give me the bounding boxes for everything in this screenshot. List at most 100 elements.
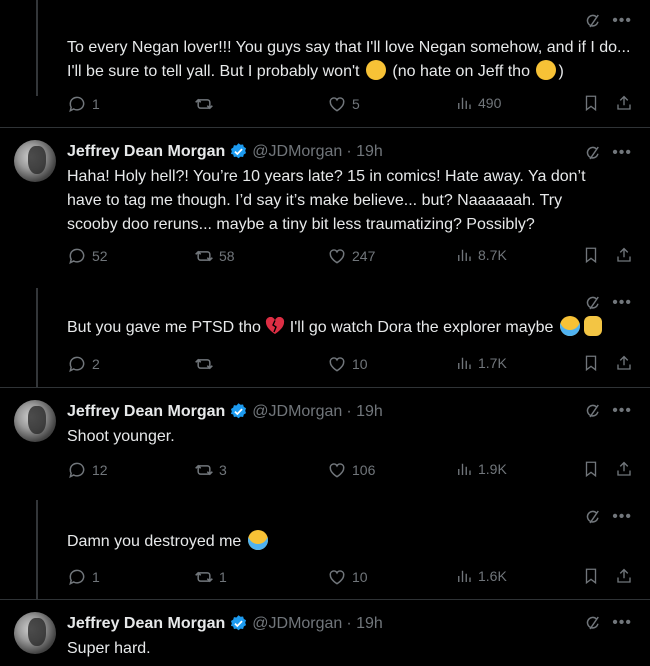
more-icon[interactable]: •••: [612, 145, 632, 161]
view-count: 1.7K: [478, 355, 507, 371]
retweet-count: 58: [219, 248, 235, 264]
view-count: 1.9K: [478, 461, 507, 477]
reply-count: 1: [92, 96, 100, 112]
reply-count: 2: [92, 356, 100, 372]
retweet-button[interactable]: 3: [194, 460, 227, 480]
tweet-reply-3[interactable]: ••• Damn you destroyed me 1 1 10 1.6K: [0, 500, 650, 600]
like-button[interactable]: 5: [327, 94, 360, 114]
tweet-text: But you gave me PTSD tho I'll go watch D…: [67, 316, 637, 343]
tweet-reply-1[interactable]: ••• To every Negan lover!!! You guys say…: [0, 0, 650, 128]
like-count: 106: [352, 462, 376, 478]
retweet-button[interactable]: [194, 94, 219, 114]
like-count: 10: [352, 569, 368, 585]
tweet-text: Damn you destroyed me: [67, 530, 637, 554]
view-count: 1.6K: [478, 568, 507, 584]
tweet-author-3[interactable]: Jeffrey Dean Morgan @JDMorgan · 19h ••• …: [0, 600, 650, 666]
tweet-text-part: Damn you destroyed me: [67, 533, 242, 550]
reply-count: 52: [92, 248, 108, 264]
author-handle[interactable]: @JDMorgan: [252, 403, 342, 421]
winking-face-emoji-icon: [365, 60, 386, 80]
grok-icon[interactable]: [584, 12, 602, 30]
bookmark-button[interactable]: [582, 567, 605, 585]
smirking-face-emoji-icon: [536, 60, 557, 80]
more-icon[interactable]: •••: [612, 295, 632, 311]
bookmark-button[interactable]: [582, 354, 605, 372]
grok-icon[interactable]: [584, 294, 602, 312]
share-button[interactable]: [615, 460, 638, 478]
share-button[interactable]: [615, 94, 638, 112]
avatar[interactable]: [14, 612, 56, 654]
verified-badge-icon: [229, 614, 248, 633]
tweet-time[interactable]: · 19h: [346, 143, 382, 161]
retweet-count: 3: [219, 462, 227, 478]
more-icon[interactable]: •••: [612, 13, 632, 29]
reply-count: 12: [92, 462, 108, 478]
tweet-text: Super hard.: [67, 640, 151, 657]
like-button[interactable]: 247: [327, 246, 375, 266]
grok-icon[interactable]: [584, 144, 602, 162]
verified-badge-icon: [229, 402, 248, 421]
avatar[interactable]: [14, 140, 56, 182]
more-icon[interactable]: •••: [612, 509, 632, 525]
bookmark-button[interactable]: [582, 246, 605, 264]
crying-face-emoji-icon: [247, 530, 268, 550]
retweet-button[interactable]: 1: [194, 567, 227, 587]
author-handle[interactable]: @JDMorgan: [252, 615, 342, 633]
reply-button[interactable]: 2: [67, 354, 100, 374]
folded-hands-emoji-icon: [583, 316, 602, 336]
tweet-author-1[interactable]: Jeffrey Dean Morgan @JDMorgan · 19h ••• …: [0, 128, 650, 288]
reply-count: 1: [92, 569, 100, 585]
view-count: 490: [478, 95, 502, 111]
tweet-text: To every Negan lover!!! You guys say tha…: [67, 36, 637, 84]
tweet-text-part: (no hate on Jeff tho: [392, 63, 530, 80]
tweet-actions: 1 1 10 1.6K: [67, 567, 637, 589]
views-button[interactable]: 1.6K: [455, 567, 507, 585]
broken-heart-emoji-icon: [265, 316, 285, 343]
tweet-actions: 12 3 106 1.9K: [67, 460, 637, 482]
like-button[interactable]: 10: [327, 567, 368, 587]
tweet-text-part: But you gave me PTSD tho: [67, 319, 261, 336]
more-icon[interactable]: •••: [612, 615, 632, 631]
retweet-count: 1: [219, 569, 227, 585]
like-count: 10: [352, 356, 368, 372]
like-count: 5: [352, 96, 360, 112]
tweet-reply-2[interactable]: ••• But you gave me PTSD tho I'll go wat…: [0, 288, 650, 388]
author-name[interactable]: Jeffrey Dean Morgan: [67, 143, 225, 161]
share-button[interactable]: [615, 246, 638, 264]
reply-button[interactable]: 52: [67, 246, 108, 266]
like-button[interactable]: 106: [327, 460, 375, 480]
bookmark-button[interactable]: [582, 460, 605, 478]
views-button[interactable]: 1.7K: [455, 354, 507, 372]
retweet-button[interactable]: [194, 354, 219, 374]
tweet-actions: 52 58 247 8.7K: [67, 246, 637, 268]
crying-face-emoji-icon: [559, 316, 580, 336]
tweet-author-2[interactable]: Jeffrey Dean Morgan @JDMorgan · 19h ••• …: [0, 388, 650, 500]
views-button[interactable]: 8.7K: [455, 246, 507, 264]
reply-button[interactable]: 1: [67, 567, 100, 587]
tweet-actions: 2 10 1.7K: [67, 354, 637, 376]
share-button[interactable]: [615, 354, 638, 372]
share-button[interactable]: [615, 567, 638, 585]
like-button[interactable]: 10: [327, 354, 368, 374]
tweet-actions: 1 5 490: [67, 94, 637, 116]
tweet-text: Shoot younger.: [67, 428, 175, 445]
tweet-time[interactable]: · 19h: [346, 403, 382, 421]
avatar[interactable]: [14, 400, 56, 442]
grok-icon[interactable]: [584, 508, 602, 526]
grok-icon[interactable]: [584, 614, 602, 632]
reply-button[interactable]: 12: [67, 460, 108, 480]
verified-badge-icon: [229, 142, 248, 161]
author-name[interactable]: Jeffrey Dean Morgan: [67, 403, 225, 421]
more-icon[interactable]: •••: [612, 403, 632, 419]
like-count: 247: [352, 248, 376, 264]
retweet-button[interactable]: 58: [194, 246, 235, 266]
views-button[interactable]: 1.9K: [455, 460, 507, 478]
bookmark-button[interactable]: [582, 94, 605, 112]
reply-button[interactable]: 1: [67, 94, 100, 114]
tweet-text-part: I'll go watch Dora the explorer maybe: [289, 319, 554, 336]
tweet-time[interactable]: · 19h: [346, 615, 382, 633]
grok-icon[interactable]: [584, 402, 602, 420]
author-name[interactable]: Jeffrey Dean Morgan: [67, 615, 225, 633]
views-button[interactable]: 490: [455, 94, 501, 112]
author-handle[interactable]: @JDMorgan: [252, 143, 342, 161]
